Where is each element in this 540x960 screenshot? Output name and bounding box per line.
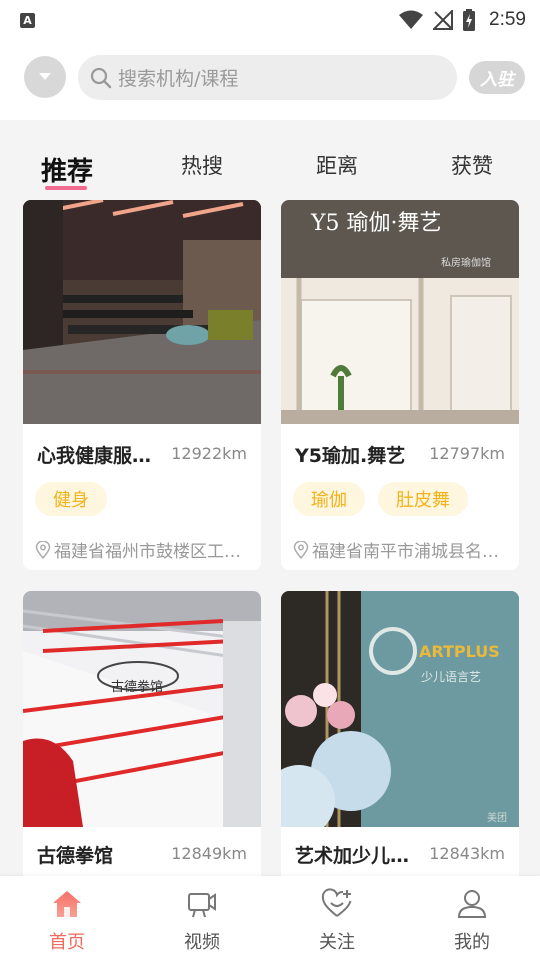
nav-follow[interactable]: 关注	[297, 876, 377, 960]
tab-trending[interactable]: 热搜	[181, 150, 223, 180]
venue-card[interactable]: 心我健康服… 12922km 健身 福建省福州市鼓楼区工…	[23, 200, 261, 570]
home-icon	[53, 891, 81, 917]
tab-distance[interactable]: 距离	[316, 150, 358, 180]
photo-watermark: 美团	[487, 811, 507, 824]
active-tab-indicator	[45, 186, 87, 190]
battery-icon	[463, 9, 476, 31]
venue-card[interactable]: Y5 瑜伽·舞艺 私房瑜伽馆 Y5瑜加.舞艺 12797km 瑜伽 肚皮舞 福建…	[281, 200, 519, 570]
no-signal-icon	[433, 10, 454, 30]
venue-name: 心我健康服…	[37, 445, 152, 467]
photo-wall-brand: ARTPLUS	[419, 642, 500, 661]
category-tag[interactable]: 健身	[35, 482, 107, 516]
heart-plus-icon	[321, 888, 352, 917]
venue-card[interactable]: ARTPLUS 少儿语言艺 美团 艺术加少儿… 12843km	[281, 591, 519, 891]
venue-photo: ARTPLUS 少儿语言艺 美团	[281, 591, 519, 827]
tab-recommended[interactable]: 推荐	[41, 151, 93, 188]
venue-address-text: 福建省福州市鼓楼区工…	[54, 542, 241, 562]
venue-card[interactable]: 古德拳馆 古德拳馆 12849km	[23, 591, 261, 891]
nav-profile[interactable]: 我的	[432, 876, 512, 960]
venue-photo: Y5 瑜伽·舞艺 私房瑜伽馆	[281, 200, 519, 424]
photo-storefront-sign: Y5 瑜伽·舞艺	[310, 211, 442, 236]
nav-home-label: 首页	[49, 932, 85, 953]
venue-distance: 12843km	[429, 844, 505, 863]
photo-wall-subtitle: 少儿语言艺	[421, 670, 481, 684]
venue-address: 福建省南平市浦城县名…	[293, 537, 499, 562]
nav-profile-label: 我的	[454, 932, 490, 953]
search-input[interactable]: 搜索机构/课程	[78, 55, 457, 100]
nav-home[interactable]: 首页	[27, 876, 107, 960]
status-bar: A 2:59	[0, 0, 540, 40]
category-tag[interactable]: 瑜伽	[293, 482, 365, 516]
nav-video[interactable]: 视频	[162, 876, 242, 960]
venue-name: 艺术加少儿…	[295, 845, 410, 867]
notification-icon: A	[20, 12, 35, 28]
venue-address-text: 福建省南平市浦城县名…	[312, 542, 499, 562]
photo-ring-logo: 古德拳馆	[111, 679, 163, 695]
chevron-down-icon	[39, 73, 51, 80]
wifi-icon	[399, 10, 424, 29]
category-tag[interactable]: 肚皮舞	[378, 482, 468, 516]
nav-video-label: 视频	[184, 932, 220, 953]
venue-distance: 12797km	[429, 444, 505, 463]
venue-address: 福建省福州市鼓楼区工…	[35, 537, 241, 562]
user-icon	[457, 890, 487, 918]
bottom-navigation: 首页 视频 关注 我的	[0, 876, 540, 960]
location-pin-icon	[293, 540, 309, 559]
search-placeholder: 搜索机构/课程	[118, 68, 239, 90]
tab-likes[interactable]: 获赞	[451, 150, 493, 180]
video-icon	[188, 893, 216, 918]
nav-follow-label: 关注	[319, 932, 355, 953]
venue-name: 古德拳馆	[37, 845, 114, 867]
photo-storefront-subtitle: 私房瑜伽馆	[441, 256, 491, 269]
search-icon	[90, 67, 112, 88]
venue-name: Y5瑜加.舞艺	[295, 445, 406, 467]
clock: 2:59	[489, 9, 526, 30]
location-pin-icon	[35, 540, 51, 559]
join-button[interactable]: 入驻	[469, 61, 525, 94]
venue-distance: 12849km	[171, 844, 247, 863]
venue-photo	[23, 200, 261, 424]
venue-photo: 古德拳馆	[23, 591, 261, 827]
location-dropdown-button[interactable]	[24, 56, 66, 98]
header: 搜索机构/课程 入驻	[0, 40, 540, 120]
venue-distance: 12922km	[171, 444, 247, 463]
category-tabs: 推荐 热搜 距离 获赞	[0, 120, 540, 200]
